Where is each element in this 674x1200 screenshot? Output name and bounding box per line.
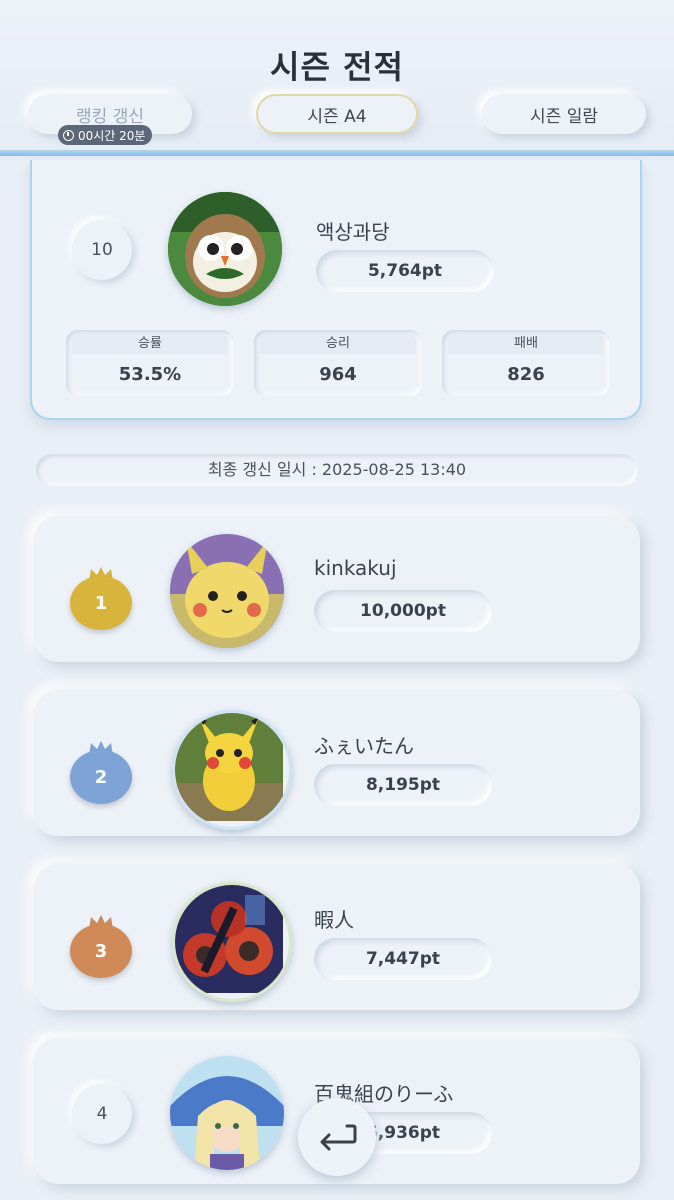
stat-wins: 승리 964 (254, 330, 422, 396)
player-name: ふぇいたん (314, 734, 414, 758)
player-rank: 4 (72, 1084, 132, 1144)
timer-text: 00시간 20분 (78, 128, 146, 143)
my-rank: 10 (72, 220, 132, 280)
my-avatar (168, 192, 282, 306)
page-title: 시즌 전적 (270, 48, 404, 86)
stat-label: 패배 (448, 334, 604, 354)
ranking-row[interactable]: 1 kinkakuj 10,000pt (34, 516, 640, 662)
back-button[interactable] (298, 1098, 376, 1176)
bronze-medal-icon: 3 (70, 914, 132, 978)
ranking-row[interactable]: 2 ふぇいたん 8,195pt (34, 690, 640, 836)
player-name: 暇人 (314, 908, 354, 932)
stat-win-rate: 승률 53.5% (66, 330, 234, 396)
last-updated: 최종 갱신 일시 : 2025-08-25 13:40 (36, 454, 638, 486)
silver-medal-icon: 2 (70, 740, 132, 804)
header-divider (0, 150, 674, 156)
return-arrow-icon (320, 1124, 357, 1151)
player-name: kinkakuj (314, 556, 397, 580)
my-record-card: 10 액상과당 5,764pt 승률 53.5% 승리 964 패배 826 (30, 160, 642, 420)
player-avatar (172, 710, 292, 830)
my-name: 액상과당 (316, 220, 390, 244)
player-avatar (172, 882, 292, 1002)
player-avatar (170, 1056, 284, 1170)
ranking-row[interactable]: 3 暇人 7,447pt (34, 864, 640, 1010)
header: 시즌 전적 랭킹 갱신 00시간 20분 시즌 A4 시즌 일람 (0, 0, 674, 160)
season-select-button[interactable]: 시즌 A4 (256, 94, 418, 134)
player-points: 8,195pt (314, 764, 492, 806)
stat-losses: 패배 826 (442, 330, 610, 396)
season-list-button[interactable]: 시즌 일람 (482, 94, 646, 134)
player-points: 7,447pt (314, 938, 492, 980)
stat-value: 826 (507, 364, 545, 385)
player-points: 10,000pt (314, 590, 492, 632)
clock-icon (63, 129, 74, 141)
stat-label: 승률 (72, 334, 228, 354)
my-points: 5,764pt (316, 250, 494, 292)
stat-value: 964 (319, 364, 357, 385)
stat-label: 승리 (260, 334, 416, 354)
refresh-timer-badge: 00시간 20분 (58, 125, 153, 145)
gold-medal-icon: 1 (70, 566, 132, 630)
player-avatar (170, 534, 284, 648)
stat-value: 53.5% (118, 364, 182, 385)
